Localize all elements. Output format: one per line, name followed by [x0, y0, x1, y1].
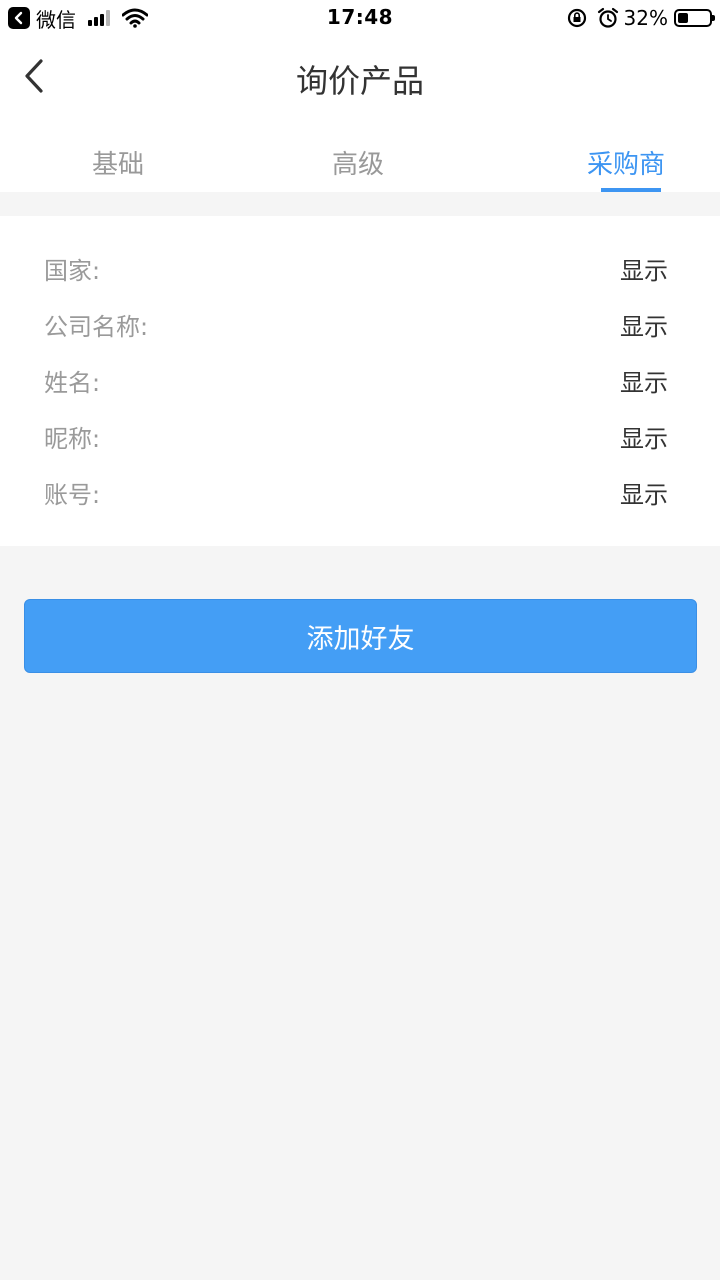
field-value: 显示: [620, 480, 668, 509]
tab-buyer[interactable]: 采购商: [566, 144, 686, 181]
field-label: 国家:: [44, 256, 101, 285]
rotation-lock-icon: [567, 8, 586, 28]
field-label: 公司名称:: [44, 312, 149, 341]
active-tab-indicator: [601, 188, 661, 192]
field-label: 账号:: [44, 480, 101, 509]
tab-bar: 基础 高级 采购商: [0, 118, 720, 192]
tab-advanced[interactable]: 高级: [298, 144, 418, 181]
status-bar-right: 32%: [566, 5, 715, 31]
field-row-nickname: 昵称: 显示: [44, 416, 668, 456]
buyer-info-card: 国家: 显示 公司名称: 显示 姓名: 显示 昵称: 显示 账号: 显示: [0, 216, 720, 546]
field-label: 昵称:: [44, 424, 101, 453]
page-title: 询价产品: [295, 62, 424, 100]
alarm-icon: [597, 7, 618, 28]
battery-percentage: 32%: [623, 6, 668, 30]
field-row-company: 公司名称: 显示: [44, 304, 668, 344]
field-value: 显示: [620, 368, 668, 397]
battery-level-fill: [678, 13, 688, 23]
add-friend-button[interactable]: 添加好友: [24, 599, 697, 673]
field-value: 显示: [620, 256, 668, 285]
field-row-name: 姓名: 显示: [44, 360, 668, 400]
battery-icon: [674, 9, 715, 27]
nav-bar: 询价产品: [0, 36, 720, 118]
field-row-account: 账号: 显示: [44, 472, 668, 512]
field-value: 显示: [620, 312, 668, 341]
field-row-country: 国家: 显示: [44, 248, 668, 288]
field-value: 显示: [620, 424, 668, 453]
status-bar: 微信 17:48 32%: [0, 0, 720, 36]
tab-basic[interactable]: 基础: [58, 144, 178, 181]
field-label: 姓名:: [44, 368, 101, 397]
